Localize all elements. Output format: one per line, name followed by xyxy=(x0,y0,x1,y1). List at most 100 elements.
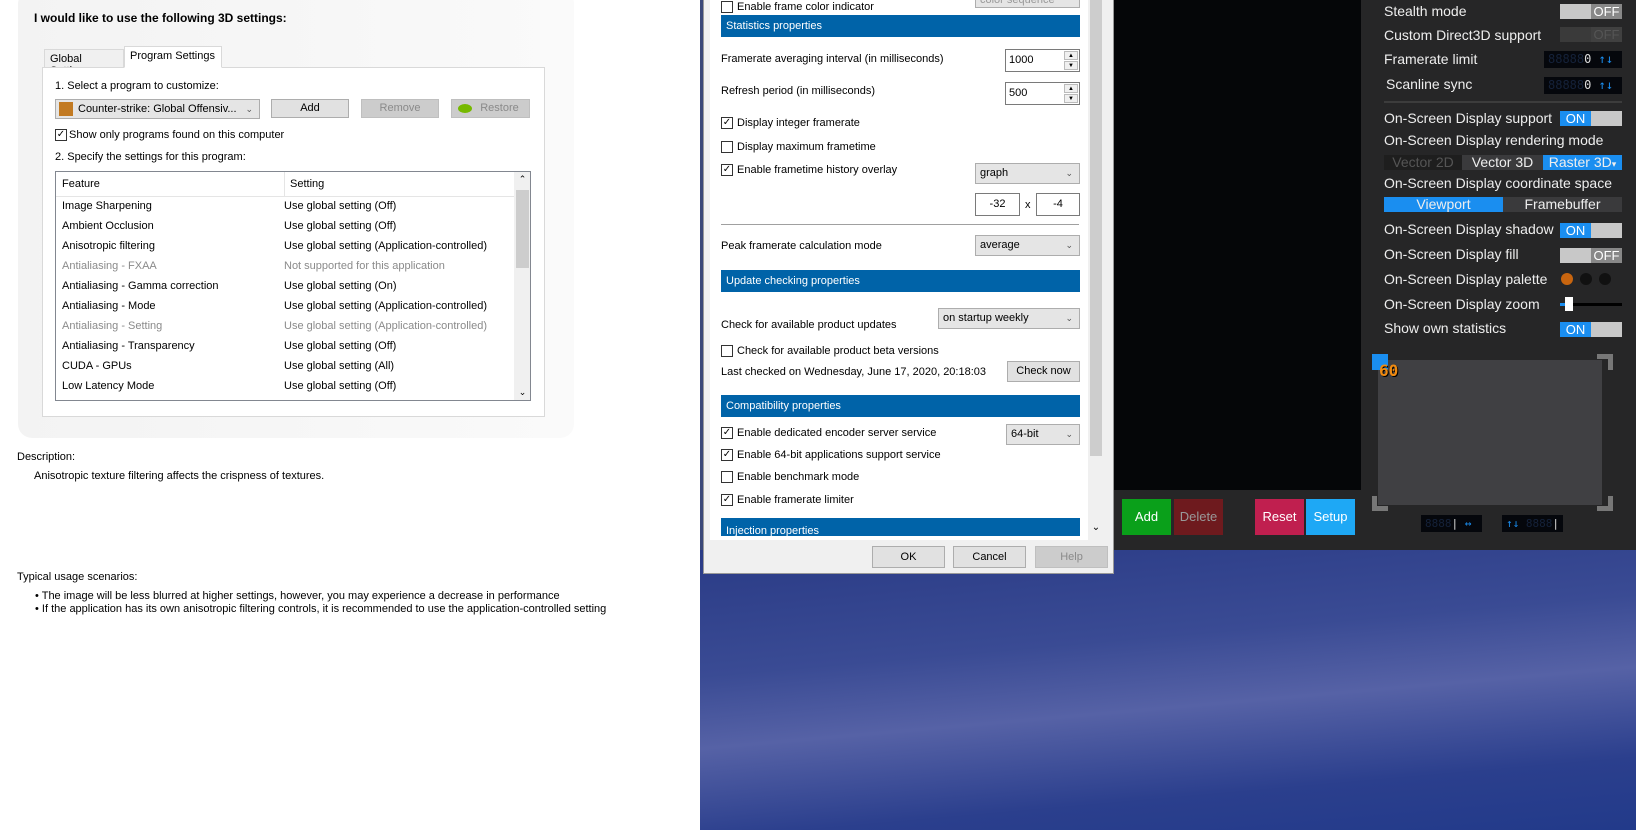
up-down-arrows-icon[interactable]: ↑↓ xyxy=(1599,78,1613,92)
coord-framebuffer[interactable]: Framebuffer xyxy=(1503,197,1622,212)
slider-thumb[interactable] xyxy=(1565,297,1573,311)
overlay-y-input[interactable]: -4 xyxy=(1036,193,1080,216)
scroll-thumb[interactable] xyxy=(516,190,529,268)
palette-color-swatch[interactable] xyxy=(1599,273,1611,285)
delete-profile-button[interactable]: Delete xyxy=(1174,499,1223,535)
specify-label: 2. Specify the settings for this program… xyxy=(55,151,246,163)
spin-down-icon[interactable]: ▼ xyxy=(1064,61,1078,70)
avg-interval-spinner[interactable]: 1000 ▲ ▼ xyxy=(1005,49,1080,72)
toggle-state: OFF xyxy=(1591,4,1622,19)
setting-cell[interactable]: Use global setting (Off) xyxy=(284,200,396,212)
scanline-sync-input[interactable]: 888880 ↑↓ xyxy=(1544,77,1622,94)
encoder-service-checkbox[interactable]: ✓ xyxy=(721,427,733,439)
last-checked-text: Last checked on Wednesday, June 17, 2020… xyxy=(721,366,987,378)
scroll-thumb[interactable] xyxy=(1090,0,1102,456)
encoder-bitness-select[interactable]: 64-bit ⌄ xyxy=(1006,424,1080,445)
show-only-checkbox[interactable]: ✓ xyxy=(55,129,67,141)
osd-fps-preview: 60 xyxy=(1379,361,1399,380)
stealth-mode-toggle[interactable]: OFF xyxy=(1560,4,1622,19)
program-select[interactable]: Counter-strike: Global Offensiv... ⌄ xyxy=(55,99,260,119)
program-icon xyxy=(59,102,73,116)
own-stats-toggle[interactable]: ON xyxy=(1560,322,1622,337)
reset-button[interactable]: Reset xyxy=(1255,499,1304,535)
frame-color-label: Enable frame color indicator xyxy=(737,1,874,13)
osd-preview[interactable] xyxy=(1378,360,1602,505)
properties-scrollbar[interactable]: ⌄ xyxy=(1088,0,1104,540)
osd-support-toggle[interactable]: ON xyxy=(1560,111,1622,126)
setting-cell[interactable]: Use global setting (Off) xyxy=(284,380,396,392)
integer-framerate-checkbox[interactable]: ✓ xyxy=(721,117,733,129)
cancel-button[interactable]: Cancel xyxy=(953,546,1026,568)
show-only-label: Show only programs found on this compute… xyxy=(69,129,285,141)
framerate-limit-input[interactable]: 888880 ↑↓ xyxy=(1544,51,1622,68)
spin-up-icon[interactable]: ▲ xyxy=(1064,51,1078,60)
osd-x-offset[interactable]: 8888| ↔ xyxy=(1421,515,1482,532)
toggle-state: ON xyxy=(1560,223,1591,238)
setting-cell[interactable]: Use global setting (Off) xyxy=(284,220,396,232)
peak-mode-value: average xyxy=(980,239,1020,251)
section-update-checking: Update checking properties xyxy=(721,270,1080,292)
add-program-button[interactable]: Add xyxy=(271,99,349,118)
setting-cell[interactable]: Use global setting (On) xyxy=(284,280,397,292)
column-setting[interactable]: Setting xyxy=(284,172,329,197)
osd-zoom-slider[interactable] xyxy=(1560,297,1622,311)
frame-color-select[interactable]: color sequence xyxy=(975,0,1080,8)
own-stats-label: Show own statistics xyxy=(1384,320,1507,336)
setting-cell[interactable]: Use global setting (All) xyxy=(284,360,394,372)
frametime-history-checkbox[interactable]: ✓ xyxy=(721,164,733,176)
up-down-arrows-icon[interactable]: ↑↓ xyxy=(1599,52,1613,66)
updates-value: on startup weekly xyxy=(943,312,1029,324)
render-vector-2d[interactable]: Vector 2D xyxy=(1384,155,1462,170)
osd-palette-label: On-Screen Display palette xyxy=(1384,271,1548,287)
osd-coordinate-label: On-Screen Display coordinate space xyxy=(1384,175,1613,191)
osd-y-offset[interactable]: ↑↓ 8888| xyxy=(1502,515,1563,532)
setting-cell[interactable]: Use global setting (Application-controll… xyxy=(284,240,487,252)
spin-down-icon[interactable]: ▼ xyxy=(1064,94,1078,103)
coord-viewport[interactable]: Viewport xyxy=(1384,197,1503,212)
column-feature[interactable]: Feature xyxy=(62,178,100,190)
palette-color-swatch[interactable] xyxy=(1561,273,1573,285)
scroll-up-icon[interactable]: ⌃ xyxy=(514,174,530,185)
osd-fill-toggle[interactable]: OFF xyxy=(1560,248,1622,263)
framerate-limiter-checkbox[interactable]: ✓ xyxy=(721,494,733,506)
help-button[interactable]: Help xyxy=(1035,546,1108,568)
max-frametime-checkbox[interactable] xyxy=(721,141,733,153)
ok-button[interactable]: OK xyxy=(872,546,945,568)
remove-program-button[interactable]: Remove xyxy=(361,99,439,118)
corner-handle[interactable] xyxy=(1597,354,1613,370)
benchmark-checkbox[interactable] xyxy=(721,471,733,483)
setting-cell[interactable]: Not supported for this application xyxy=(284,260,445,272)
encoder-bitness-value: 64-bit xyxy=(1011,428,1039,440)
setup-button[interactable]: Setup xyxy=(1306,499,1355,535)
refresh-period-spinner[interactable]: 500 ▲ ▼ xyxy=(1005,82,1080,105)
usage-item: • If the application has its own anisotr… xyxy=(35,603,607,615)
scroll-down-icon[interactable]: ⌄ xyxy=(1088,522,1104,533)
x64-support-checkbox[interactable]: ✓ xyxy=(721,449,733,461)
updates-select[interactable]: on startup weekly ⌄ xyxy=(938,308,1080,329)
spin-up-icon[interactable]: ▲ xyxy=(1064,84,1078,93)
add-profile-button[interactable]: Add xyxy=(1122,499,1171,535)
frametime-history-select[interactable]: graph ⌄ xyxy=(975,163,1080,184)
render-raster-3d[interactable]: Raster 3D▾ xyxy=(1543,155,1622,170)
table-scrollbar[interactable]: ⌃ ⌄ xyxy=(514,172,530,400)
peak-mode-select[interactable]: average ⌄ xyxy=(975,235,1080,256)
tab-program-settings[interactable]: Program Settings xyxy=(124,46,222,68)
render-vector-3d[interactable]: Vector 3D xyxy=(1462,155,1543,170)
check-now-button[interactable]: Check now xyxy=(1007,361,1080,382)
corner-handle[interactable] xyxy=(1597,496,1613,511)
setting-cell[interactable]: Use global setting (Off) xyxy=(284,340,396,352)
overlay-x-input[interactable]: -32 xyxy=(975,193,1020,216)
frame-color-checkbox[interactable] xyxy=(721,1,733,13)
beta-checkbox[interactable] xyxy=(721,345,733,357)
setting-cell[interactable]: Use global setting (Application-controll… xyxy=(284,320,487,332)
feature-cell: Anisotropic filtering xyxy=(62,240,155,252)
palette-color-swatch[interactable] xyxy=(1580,273,1592,285)
custom-d3d-toggle[interactable]: OFF xyxy=(1560,27,1622,42)
setting-cell[interactable]: Use global setting (Application-controll… xyxy=(284,300,487,312)
scroll-down-icon[interactable]: ⌄ xyxy=(514,387,530,398)
corner-handle[interactable] xyxy=(1372,496,1388,511)
left-right-arrows-icon: ↔ xyxy=(1464,517,1472,530)
tab-global-settings[interactable]: Global Settings xyxy=(44,49,124,77)
restore-button[interactable]: Restore xyxy=(451,99,530,118)
osd-shadow-toggle[interactable]: ON xyxy=(1560,223,1622,238)
